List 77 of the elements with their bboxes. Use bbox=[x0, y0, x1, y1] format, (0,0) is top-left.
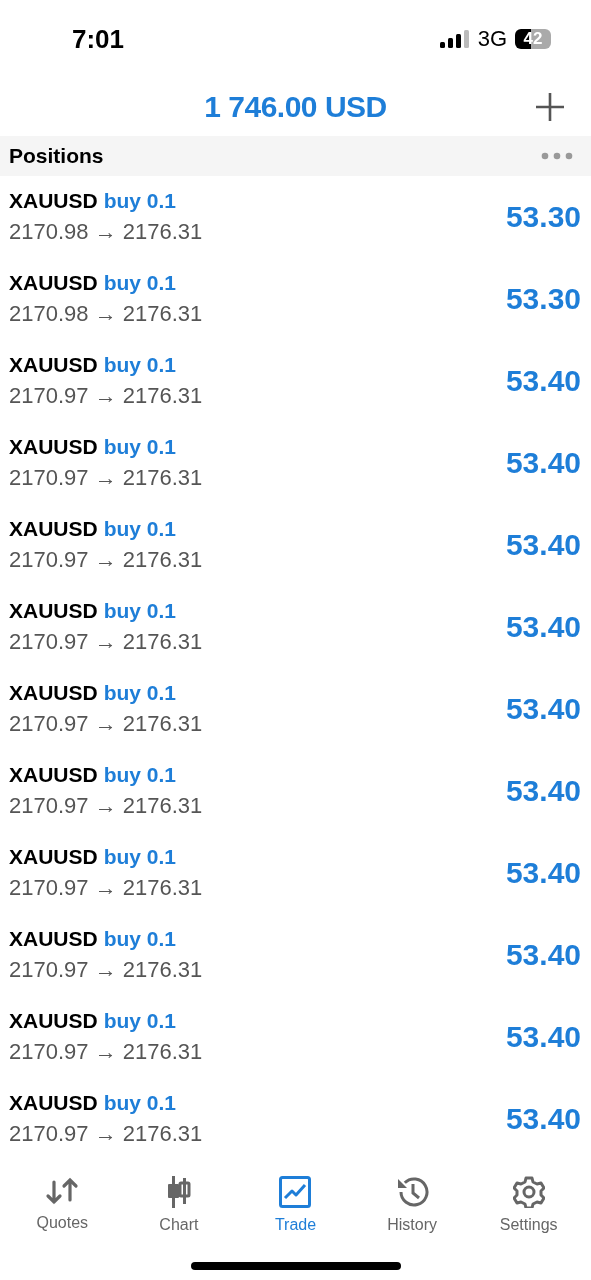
profit-value: 53.40 bbox=[505, 610, 581, 644]
position-row[interactable]: XAUUSD buy 0.1 2170.97 → 2176.31 53.40 bbox=[0, 586, 591, 668]
symbol-label: XAUUSD bbox=[9, 681, 98, 705]
position-row[interactable]: XAUUSD buy 0.1 2170.97 → 2176.31 53.40 bbox=[0, 340, 591, 422]
account-balance: 1 746.00 USD bbox=[204, 90, 387, 124]
price-range: 2170.97 → 2176.31 bbox=[9, 465, 203, 491]
symbol-label: XAUUSD bbox=[9, 1009, 98, 1033]
network-label: 3G bbox=[477, 26, 507, 52]
position-row[interactable]: XAUUSD buy 0.1 2170.97 → 2176.31 53.40 bbox=[0, 504, 591, 586]
position-row[interactable]: XAUUSD buy 0.1 2170.97 → 2176.31 53.40 bbox=[0, 996, 591, 1078]
arrows-icon bbox=[45, 1176, 80, 1206]
position-row[interactable]: XAUUSD buy 0.1 2170.97 → 2176.31 53.40 bbox=[0, 668, 591, 750]
tab-item[interactable]: History bbox=[357, 1170, 468, 1240]
profit-value: 53.40 bbox=[505, 692, 581, 726]
symbol-label: XAUUSD bbox=[9, 845, 98, 869]
profit-value: 53.30 bbox=[505, 200, 581, 234]
line-chart-icon bbox=[279, 1176, 312, 1208]
symbol-label: XAUUSD bbox=[9, 189, 98, 213]
symbol-label: XAUUSD bbox=[9, 517, 98, 541]
price-range: 2170.97 → 2176.31 bbox=[9, 1121, 203, 1147]
price-range: 2170.98 → 2176.31 bbox=[9, 219, 203, 245]
profit-value: 53.40 bbox=[505, 856, 581, 890]
candlestick-icon bbox=[165, 1176, 192, 1208]
profit-value: 53.40 bbox=[505, 1020, 581, 1054]
position-row[interactable]: XAUUSD buy 0.1 2170.98 → 2176.31 53.30 bbox=[0, 176, 591, 258]
position-row[interactable]: XAUUSD buy 0.1 2170.97 → 2176.31 53.40 bbox=[0, 750, 591, 832]
symbol-label: XAUUSD bbox=[9, 435, 98, 459]
order-type-label: buy 0.1 bbox=[103, 763, 177, 787]
position-row[interactable]: XAUUSD buy 0.1 2170.98 → 2176.31 53.30 bbox=[0, 258, 591, 340]
more-icon[interactable] bbox=[541, 152, 573, 160]
symbol-label: XAUUSD bbox=[9, 1091, 98, 1115]
position-row[interactable]: XAUUSD buy 0.1 2170.97 → 2176.31 53.40 bbox=[0, 914, 591, 996]
price-range: 2170.97 → 2176.31 bbox=[9, 383, 203, 409]
price-range: 2170.97 → 2176.31 bbox=[9, 875, 203, 901]
order-type-label: buy 0.1 bbox=[103, 845, 177, 869]
price-range: 2170.97 → 2176.31 bbox=[9, 793, 203, 819]
position-row[interactable]: XAUUSD buy 0.1 2170.97 → 2176.31 53.40 bbox=[0, 1078, 591, 1160]
order-type-label: buy 0.1 bbox=[103, 599, 177, 623]
symbol-label: XAUUSD bbox=[9, 599, 98, 623]
order-type-label: buy 0.1 bbox=[103, 927, 177, 951]
settings-icon bbox=[512, 1176, 545, 1208]
clock-history-icon bbox=[395, 1176, 430, 1208]
symbol-label: XAUUSD bbox=[9, 353, 98, 377]
order-type-label: buy 0.1 bbox=[103, 681, 177, 705]
add-button[interactable] bbox=[533, 90, 567, 124]
profit-value: 53.40 bbox=[505, 774, 581, 808]
order-type-label: buy 0.1 bbox=[103, 189, 177, 213]
profit-value: 53.40 bbox=[505, 938, 581, 972]
order-type-label: buy 0.1 bbox=[103, 435, 177, 459]
price-range: 2170.97 → 2176.31 bbox=[9, 629, 203, 655]
symbol-label: XAUUSD bbox=[9, 271, 98, 295]
section-title: Positions bbox=[9, 144, 104, 168]
profit-value: 53.30 bbox=[505, 282, 581, 316]
tab-item[interactable]: Settings bbox=[473, 1170, 584, 1240]
price-range: 2170.97 → 2176.31 bbox=[9, 547, 203, 573]
tab-item[interactable]: Trade bbox=[240, 1170, 351, 1240]
tab-item[interactable]: Quotes bbox=[7, 1170, 118, 1240]
status-time: 7:01 bbox=[72, 23, 125, 55]
order-type-label: buy 0.1 bbox=[103, 271, 177, 295]
price-range: 2170.97 → 2176.31 bbox=[9, 711, 203, 737]
position-row[interactable]: XAUUSD buy 0.1 2170.97 → 2176.31 53.40 bbox=[0, 422, 591, 504]
profit-value: 53.40 bbox=[505, 528, 581, 562]
price-range: 2170.97 → 2176.31 bbox=[9, 957, 203, 983]
profit-value: 53.40 bbox=[505, 1102, 581, 1136]
symbol-label: XAUUSD bbox=[9, 927, 98, 951]
price-range: 2170.97 → 2176.31 bbox=[9, 1039, 203, 1065]
order-type-label: buy 0.1 bbox=[103, 1009, 177, 1033]
tab-item[interactable]: Chart bbox=[123, 1170, 234, 1240]
profit-value: 53.40 bbox=[505, 446, 581, 480]
order-type-label: buy 0.1 bbox=[103, 517, 177, 541]
price-range: 2170.98 → 2176.31 bbox=[9, 301, 203, 327]
profit-value: 53.40 bbox=[505, 364, 581, 398]
order-type-label: buy 0.1 bbox=[103, 353, 177, 377]
signal-icon bbox=[439, 30, 470, 48]
position-row[interactable]: XAUUSD buy 0.1 2170.97 → 2176.31 53.40 bbox=[0, 832, 591, 914]
order-type-label: buy 0.1 bbox=[103, 1091, 177, 1115]
symbol-label: XAUUSD bbox=[9, 763, 98, 787]
